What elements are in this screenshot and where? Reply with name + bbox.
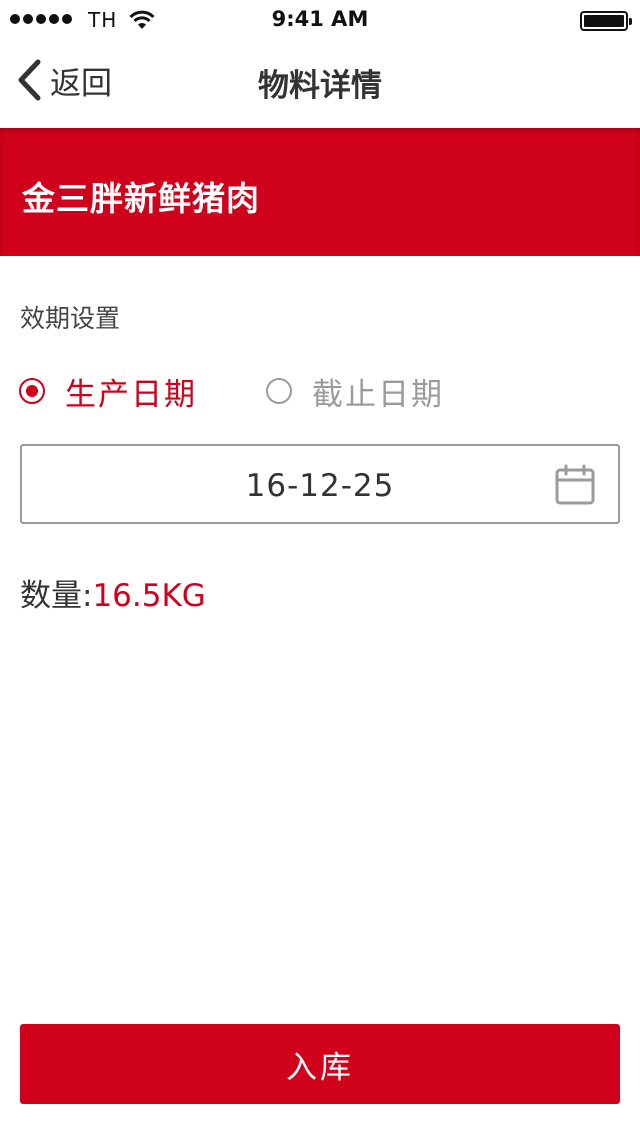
expiry-settings-label: 效期设置 <box>20 304 121 333</box>
radio-production-date[interactable]: 生产日期 <box>19 368 197 414</box>
date-field[interactable]: 16-12-25 <box>20 444 620 524</box>
navigation-bar: 返回 物料详情 <box>0 40 640 128</box>
page-title: 物料详情 <box>258 68 382 104</box>
radio-checked-icon <box>19 378 45 404</box>
radio-unchecked-icon <box>266 378 292 404</box>
battery-icon <box>580 11 632 31</box>
quantity-value: 16.5KG <box>92 578 206 614</box>
radio-expiry-date-label: 截止日期 <box>312 376 444 413</box>
screen: TH 9:41 AM 返回 物料详情 金三胖新鲜猪肉 效期设置 生产日期 截止日… <box>0 0 640 1136</box>
status-bar: TH 9:41 AM <box>0 0 640 40</box>
radio-expiry-date[interactable]: 截止日期 <box>266 368 444 414</box>
quantity-row: 数量:16.5KG <box>20 570 206 615</box>
status-time: 9:41 AM <box>271 7 369 31</box>
date-value: 16-12-25 <box>245 468 395 504</box>
stock-in-button[interactable]: 入库 <box>20 1024 620 1104</box>
product-banner: 金三胖新鲜猪肉 <box>0 128 640 256</box>
calendar-icon[interactable] <box>554 464 596 506</box>
product-name: 金三胖新鲜猪肉 <box>22 179 260 218</box>
radio-production-date-label: 生产日期 <box>65 376 197 413</box>
quantity-label: 数量: <box>20 578 93 614</box>
